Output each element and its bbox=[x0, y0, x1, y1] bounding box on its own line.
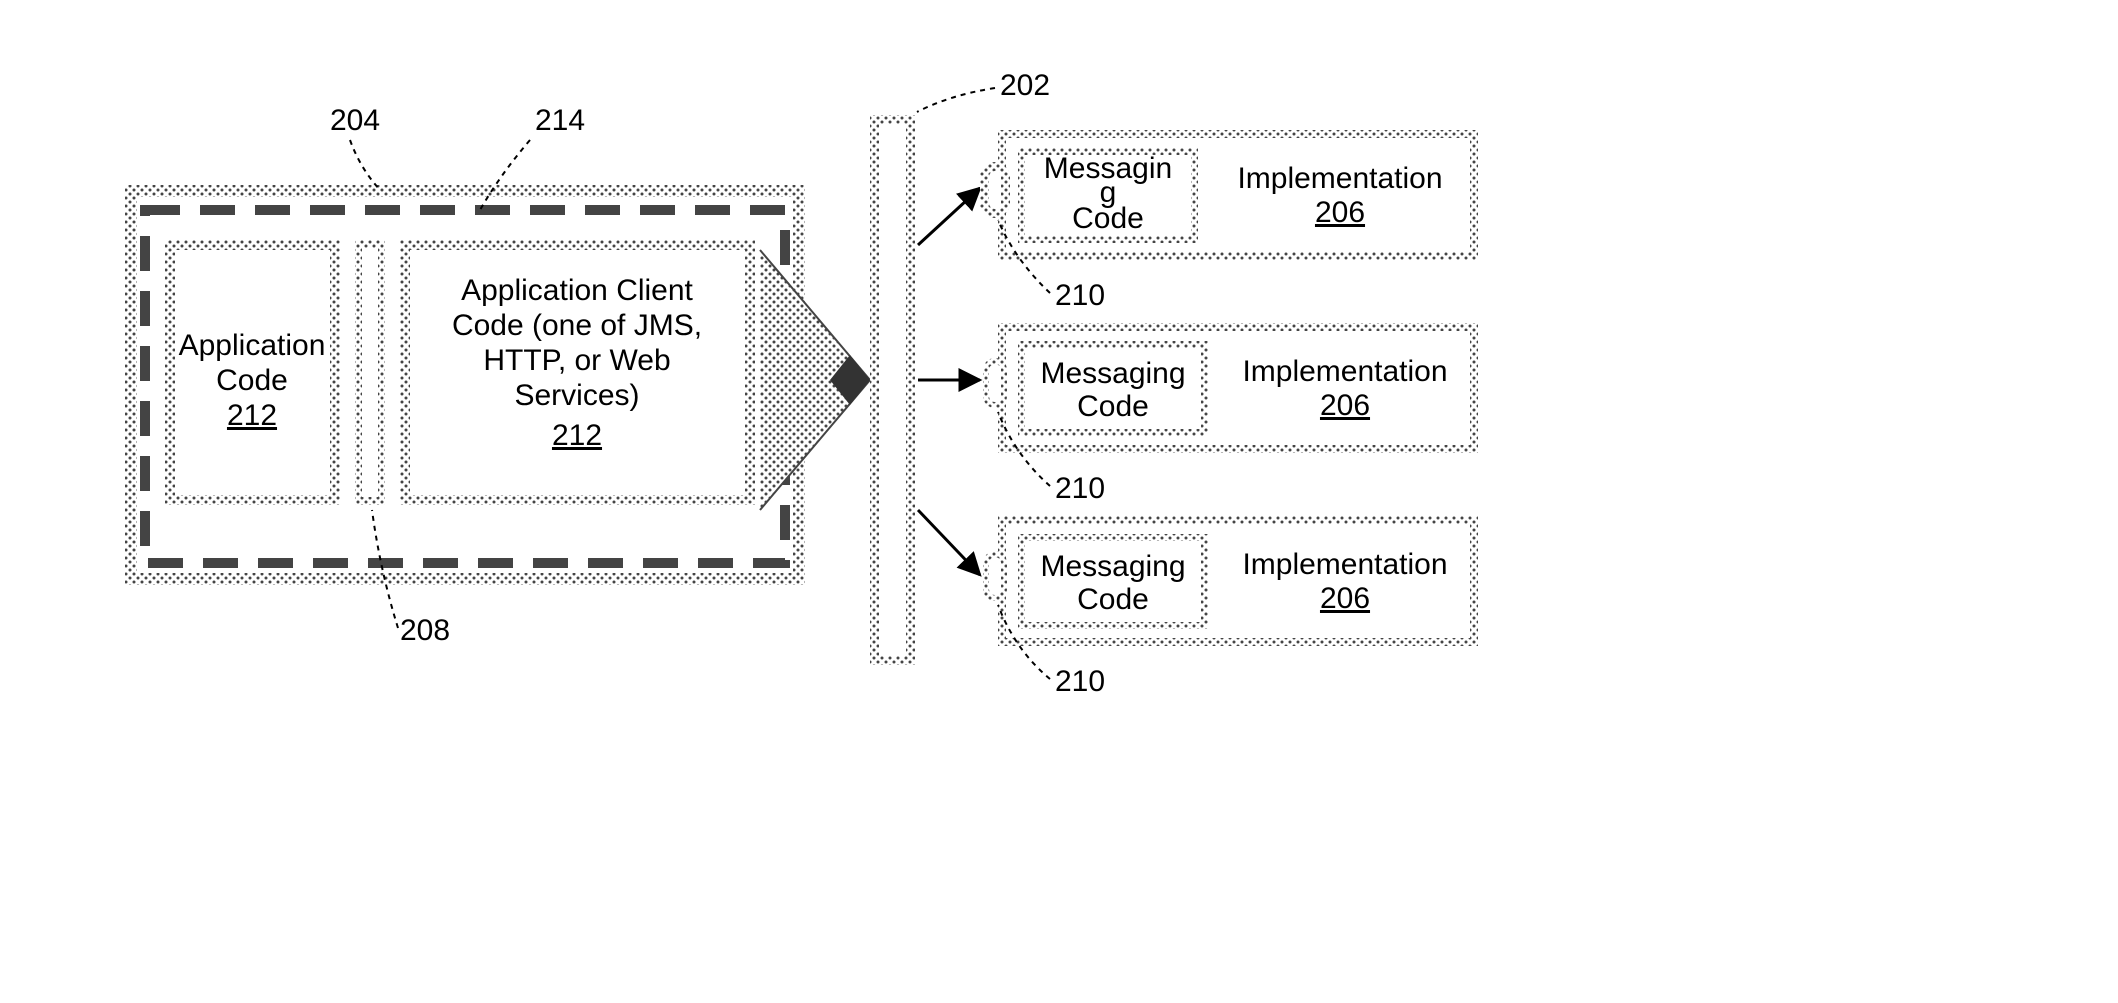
impl-top-ref: 206 bbox=[1315, 196, 1365, 229]
client-ref: 212 bbox=[552, 419, 602, 452]
impl-top-label: Implementation bbox=[1237, 162, 1442, 195]
svg-text:210: 210 bbox=[1055, 279, 1105, 312]
msg-mid-l1: Messaging bbox=[1040, 357, 1185, 390]
impl-block-top: Messagin g Code Implementation 206 bbox=[983, 130, 1478, 260]
bus-arrow-top bbox=[918, 188, 980, 245]
application-code-box: Application Code 212 bbox=[165, 240, 340, 505]
bus-arrow-bot bbox=[918, 510, 980, 575]
impl-mid-ref: 206 bbox=[1320, 389, 1370, 422]
app-code-line2: Code bbox=[216, 364, 288, 397]
client-l1: Application Client bbox=[461, 274, 693, 307]
svg-text:210: 210 bbox=[1055, 665, 1105, 698]
ref-204: 204 bbox=[330, 104, 380, 190]
impl-block-bot: Messaging Code Implementation 206 bbox=[983, 516, 1478, 646]
svg-text:202: 202 bbox=[1000, 69, 1050, 102]
client-code-box: Application Client Code (one of JMS, HTT… bbox=[400, 240, 755, 505]
impl-block-mid: Messaging Code Implementation 206 bbox=[983, 323, 1478, 453]
svg-text:208: 208 bbox=[400, 614, 450, 647]
fan-connector bbox=[760, 250, 870, 510]
msg-bot-l2: Code bbox=[1077, 583, 1149, 616]
msg-mid-l2: Code bbox=[1077, 390, 1149, 423]
client-l2: Code (one of JMS, bbox=[452, 309, 702, 342]
client-l3: HTTP, or Web bbox=[483, 344, 670, 377]
app-code-line1: Application bbox=[179, 329, 326, 362]
svg-text:204: 204 bbox=[330, 104, 380, 137]
app-code-ref: 212 bbox=[227, 399, 277, 432]
svg-text:210: 210 bbox=[1055, 472, 1105, 505]
ref-202: 202 bbox=[917, 69, 1050, 112]
svg-text:214: 214 bbox=[535, 104, 585, 137]
bus-202 bbox=[870, 115, 915, 665]
impl-bot-ref: 206 bbox=[1320, 582, 1370, 615]
impl-bot-label: Implementation bbox=[1242, 548, 1447, 581]
msg-bot-l1: Messaging bbox=[1040, 550, 1185, 583]
divider-208 bbox=[355, 240, 385, 505]
impl-mid-label: Implementation bbox=[1242, 355, 1447, 388]
client-l4: Services) bbox=[514, 379, 639, 412]
msg-top-l3: Code bbox=[1072, 202, 1144, 235]
